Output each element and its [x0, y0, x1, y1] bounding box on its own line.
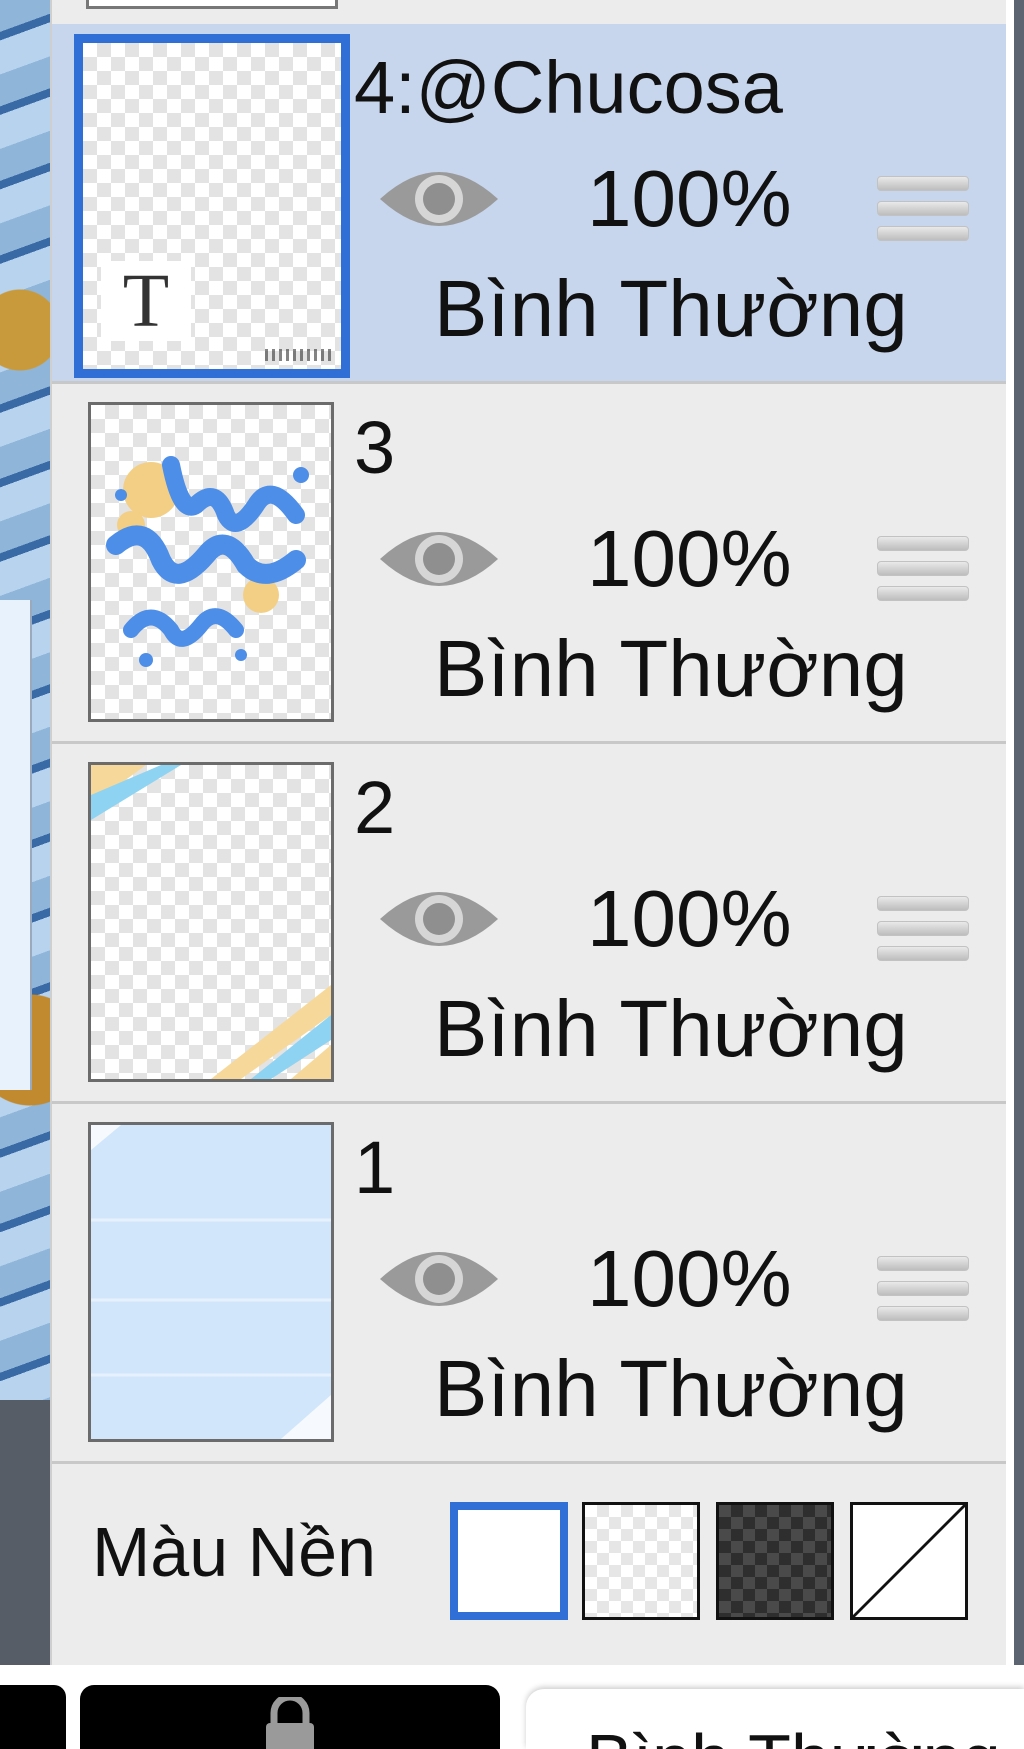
drag-handle-icon[interactable]: [877, 536, 969, 606]
text-dots: [265, 349, 335, 361]
layer-row-1[interactable]: 1 100% Bình Thường: [52, 1104, 1006, 1464]
drag-handle-icon[interactable]: [877, 176, 969, 246]
lock-button[interactable]: [80, 1685, 500, 1749]
layer-thumbnail[interactable]: [88, 762, 334, 1082]
bg-swatch-light-checker[interactable]: [582, 1502, 700, 1620]
layer-panel: T 4:@Chucosa 100% Bình Thường 3 100% Bìn…: [50, 0, 1014, 1665]
blend-mode[interactable]: Bình Thường: [434, 624, 908, 714]
layer-thumbnail[interactable]: [88, 1122, 334, 1442]
eye-icon[interactable]: [376, 159, 502, 239]
layer-row-4[interactable]: T 4:@Chucosa 100% Bình Thường: [52, 24, 1006, 384]
blend-mode[interactable]: Bình Thường: [434, 1344, 908, 1434]
eye-icon[interactable]: [376, 879, 502, 959]
layer-name: 4:@Chucosa: [354, 46, 783, 129]
layer-name: 1: [354, 1126, 396, 1209]
background-color-label: Màu Nền: [92, 1513, 377, 1591]
layer-thumbnail[interactable]: [88, 402, 334, 722]
previous-layer-stub: [52, 0, 1006, 27]
bg-swatch-none[interactable]: [850, 1502, 968, 1620]
stripe-artwork: [91, 765, 331, 1079]
text-layer-icon: T: [101, 261, 191, 341]
drag-handle-icon[interactable]: [877, 896, 969, 966]
blend-mode[interactable]: Bình Thường: [434, 264, 908, 354]
layer-thumbnail[interactable]: T: [74, 34, 350, 378]
lock-icon: [266, 1697, 314, 1749]
lettering-artwork: [106, 456, 309, 667]
layer-row-2[interactable]: 2 100% Bình Thường: [52, 744, 1006, 1104]
blend-mode[interactable]: Bình Thường: [434, 984, 908, 1074]
layer-name: 2: [354, 766, 396, 849]
bottom-toolbar: Bình Thường: [0, 1665, 1024, 1749]
layer-opacity[interactable]: 100%: [587, 514, 792, 604]
paper-artwork: [91, 1125, 331, 1439]
bg-swatch-dark-checker[interactable]: [716, 1502, 834, 1620]
eye-icon[interactable]: [376, 1239, 502, 1319]
background-color-row: Màu Nền: [52, 1472, 1006, 1622]
blend-mode-selector[interactable]: Bình Thường: [526, 1689, 1024, 1749]
eye-icon[interactable]: [376, 519, 502, 599]
drag-handle-icon[interactable]: [877, 1256, 969, 1326]
blend-mode-selector-label: Bình Thường: [586, 1719, 1001, 1749]
canvas-layer-preview: [0, 600, 32, 1090]
layer-opacity[interactable]: 100%: [587, 1234, 792, 1324]
layer-row-3[interactable]: 3 100% Bình Thường: [52, 384, 1006, 744]
toolbar-button-left[interactable]: [0, 1685, 66, 1749]
bg-swatch-white[interactable]: [450, 1502, 568, 1620]
layer-name: 3: [354, 406, 396, 489]
layer-opacity[interactable]: 100%: [587, 154, 792, 244]
layer-opacity[interactable]: 100%: [587, 874, 792, 964]
